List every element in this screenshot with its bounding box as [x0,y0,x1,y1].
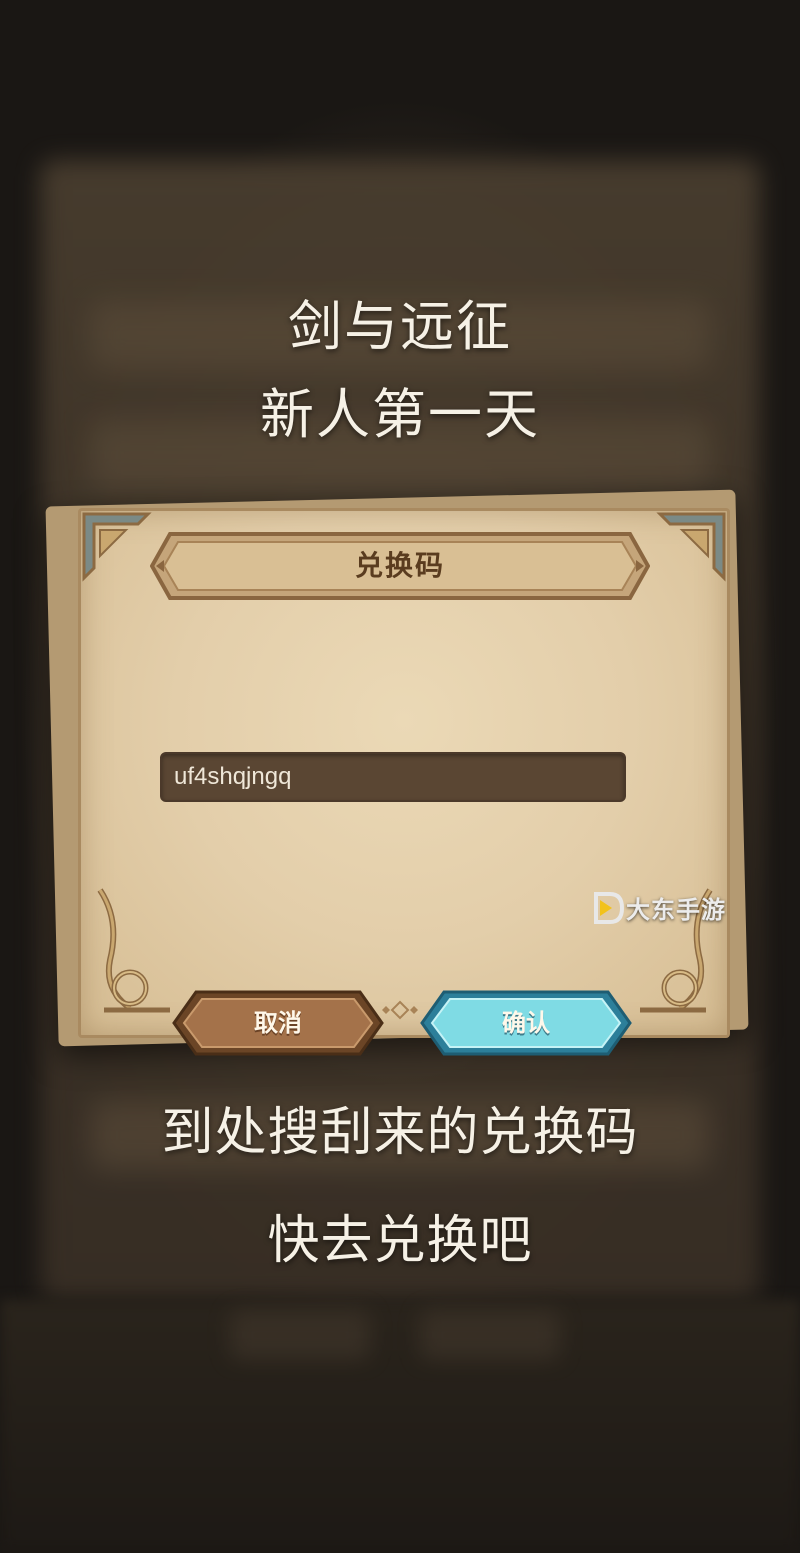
blurred-tab [420,1310,560,1360]
divider-ornament-icon [382,1000,418,1020]
caption-subtitle: 新人第一天 [260,383,540,446]
blurred-tab [230,1310,370,1360]
corner-ornament-icon [656,512,726,582]
knot-ornament-icon [97,888,170,1013]
cancel-button-label[interactable]: 取消 [170,988,386,1058]
caption-bottom-line2: 快去兑换吧 [267,1211,533,1271]
dialog-title: 兑换码 [354,549,445,582]
redeem-code-input[interactable]: uf4shqjngq [160,752,626,802]
watermark-text: 大东手游 [626,896,726,924]
confirm-button-label[interactable]: 确认 [418,988,634,1058]
caption-game-title: 剑与远征 [288,295,512,358]
caption-bottom-line1: 到处搜刮来的兑换码 [161,1103,639,1163]
blurred-bottom-bar [0,1300,800,1553]
watermark-logo-icon [594,892,625,924]
